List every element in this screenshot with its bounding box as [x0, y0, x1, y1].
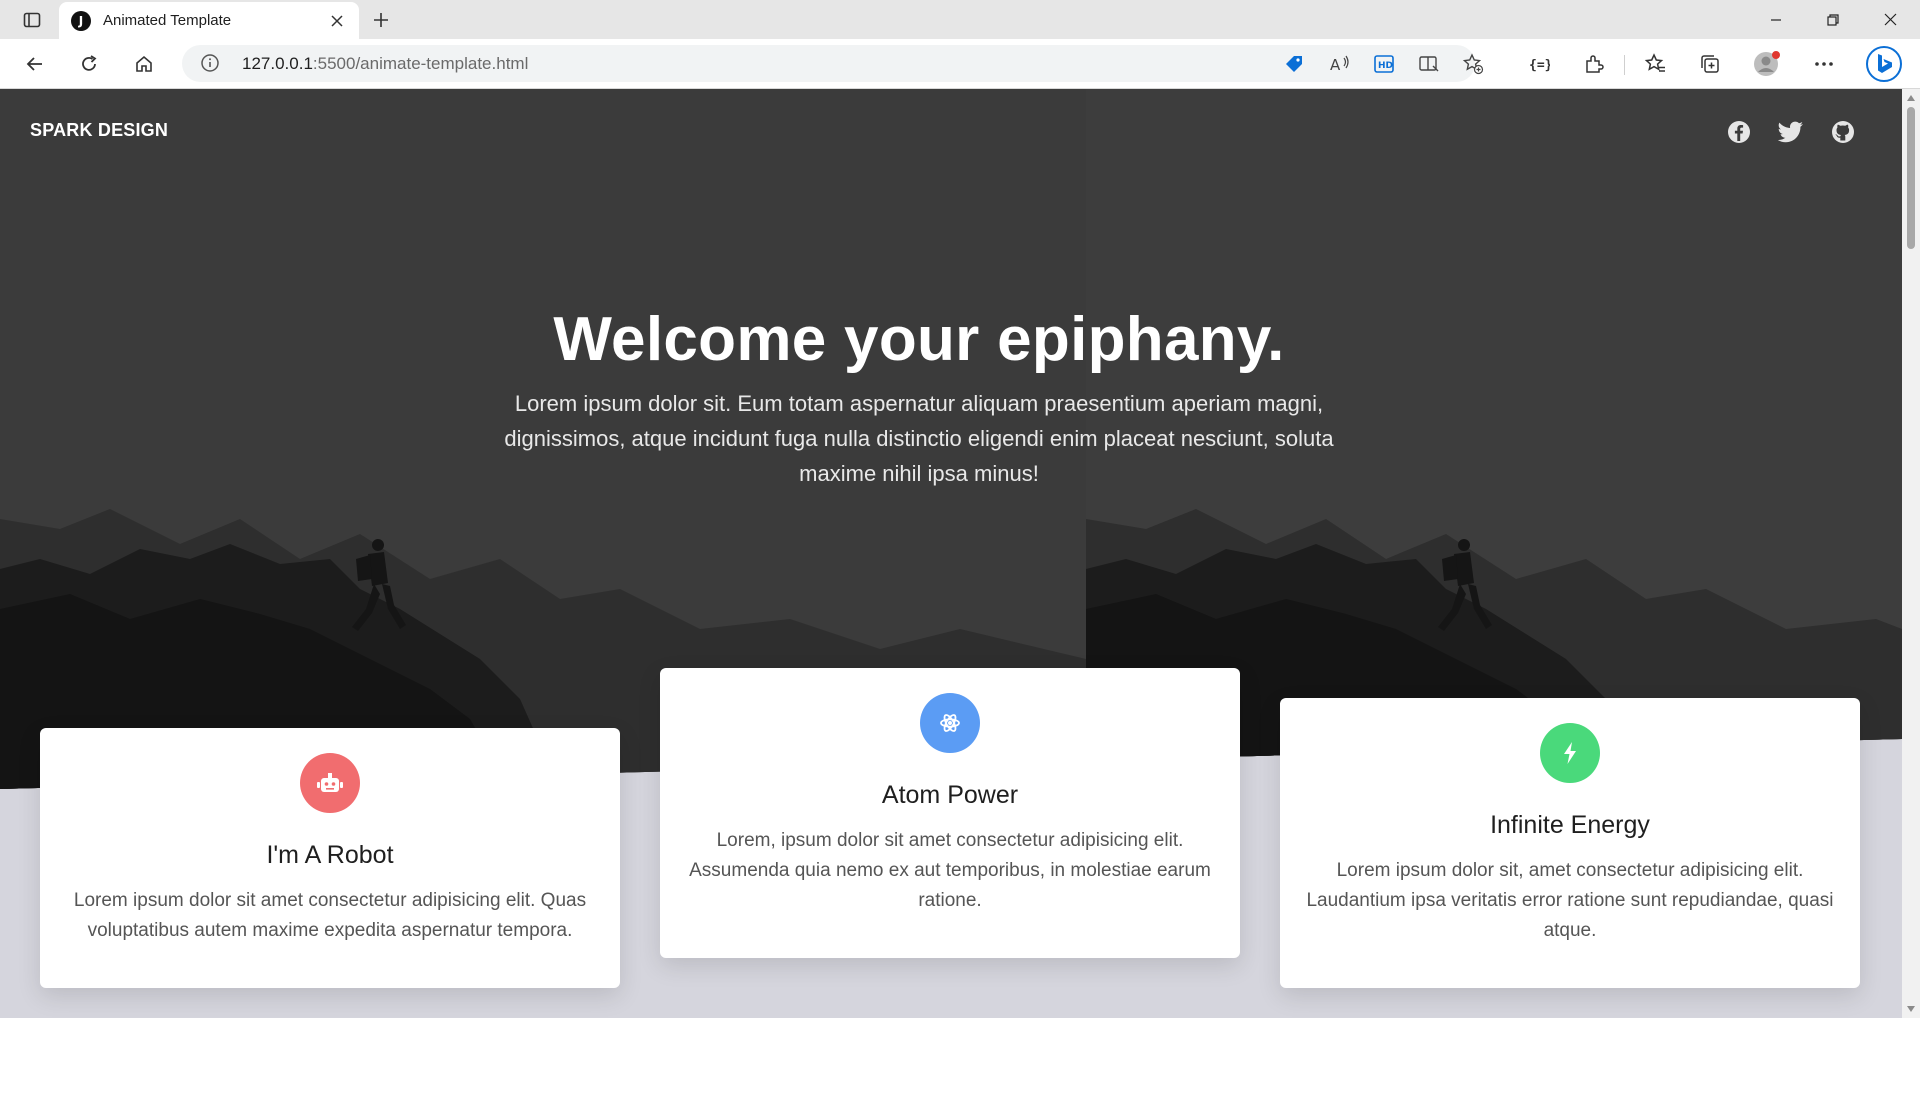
immersive-reader-icon[interactable]: [1415, 51, 1443, 77]
collections-icon[interactable]: [1693, 48, 1727, 80]
svg-text:{=}: {=}: [1529, 58, 1550, 73]
toolbar-separator: [1624, 55, 1625, 75]
add-favorite-icon[interactable]: [1459, 51, 1487, 77]
tab-actions-icon[interactable]: [12, 8, 52, 32]
card-title: Atom Power: [881, 781, 1019, 809]
refresh-icon[interactable]: [72, 48, 106, 80]
bing-copilot-icon[interactable]: [1864, 44, 1904, 84]
url-host: 127.0.0.1: [242, 54, 313, 73]
restore-icon[interactable]: [1805, 0, 1861, 39]
twitter-icon[interactable]: [1778, 119, 1804, 145]
card-text: Lorem, ipsum dolor sit amet consectetur …: [689, 830, 1211, 911]
site-info-icon[interactable]: [200, 53, 222, 75]
card-title: Infinite Energy: [1490, 811, 1650, 839]
github-icon[interactable]: [1830, 119, 1856, 145]
tab-title: Animated Template: [103, 12, 232, 29]
more-options-icon[interactable]: [1807, 48, 1841, 80]
new-tab-icon[interactable]: [368, 7, 394, 33]
card-text: Lorem ipsum dolor sit, amet consectetur …: [1306, 860, 1834, 941]
browser-tab-strip: J Animated Template: [0, 0, 1920, 39]
card-title: I'm A Robot: [266, 841, 394, 869]
robot-icon: [300, 753, 360, 813]
extensions-puzzle-icon[interactable]: [1577, 48, 1611, 80]
profile-avatar-icon[interactable]: [1749, 48, 1783, 80]
hero-text: Lorem ipsum dolor sit. Eum totam asperna…: [504, 391, 1334, 486]
site-brand[interactable]: SPARK DESIGN: [30, 120, 168, 141]
url-text[interactable]: 127.0.0.1:5500/animate-template.html: [242, 54, 528, 74]
screen-blank-area: [0, 1018, 1920, 1118]
scrollbar-thumb[interactable]: [1907, 107, 1915, 249]
browser-tab[interactable]: J Animated Template: [59, 2, 359, 39]
minimize-icon[interactable]: [1748, 0, 1804, 39]
favorites-icon[interactable]: [1638, 48, 1672, 80]
hero-title: Welcome your epiphany.: [553, 305, 1285, 374]
atom-icon: [920, 693, 980, 753]
scroll-up-icon[interactable]: [1906, 93, 1916, 103]
address-bar[interactable]: 127.0.0.1:5500/animate-template.html A H…: [182, 45, 1484, 82]
svg-text:A: A: [1330, 56, 1341, 74]
tab-favicon: J: [71, 10, 91, 31]
page-scrollbar[interactable]: [1902, 89, 1920, 1018]
hd-video-icon[interactable]: HD: [1370, 51, 1398, 77]
page-viewport: SPARK DESIGN Welcome your epiphany. Lore…: [0, 89, 1920, 1018]
facebook-icon[interactable]: [1726, 119, 1752, 145]
scroll-down-icon[interactable]: [1906, 1004, 1916, 1014]
bolt-icon: [1540, 723, 1600, 783]
extension-braces-icon[interactable]: {=}: [1522, 48, 1556, 80]
svg-text:HD: HD: [1378, 61, 1393, 71]
feature-card-atom: Atom Power Lorem, ipsum dolor sit amet c…: [660, 668, 1240, 958]
feature-card-robot: I'm A Robot Lorem ipsum dolor sit amet c…: [40, 728, 620, 988]
browser-toolbar: 127.0.0.1:5500/animate-template.html A H…: [0, 39, 1920, 89]
home-icon[interactable]: [127, 48, 161, 80]
card-text: Lorem ipsum dolor sit amet consectetur a…: [73, 890, 587, 941]
notification-dot: [1772, 51, 1780, 59]
shopping-tag-icon[interactable]: [1280, 51, 1308, 77]
read-aloud-icon[interactable]: A: [1326, 51, 1354, 77]
feature-card-energy: Infinite Energy Lorem ipsum dolor sit, a…: [1280, 698, 1860, 988]
back-icon[interactable]: [18, 48, 52, 80]
tab-close-icon[interactable]: [327, 11, 347, 31]
url-path: :5500/animate-template.html: [312, 54, 529, 73]
close-window-icon[interactable]: [1862, 0, 1918, 39]
